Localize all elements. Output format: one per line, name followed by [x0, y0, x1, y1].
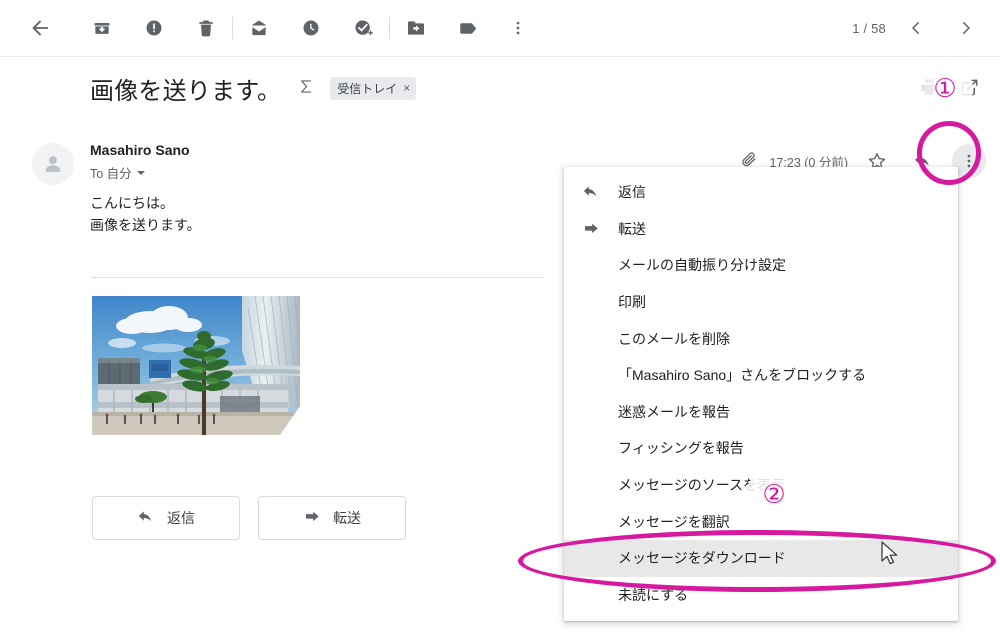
message-action-buttons: 返信 転送	[92, 496, 406, 540]
menu-item-label: 迷惑メールを報告	[618, 403, 730, 420]
forward-icon	[303, 508, 321, 529]
labels-tag-icon[interactable]	[448, 8, 488, 48]
message-pagination: 1 / 58	[852, 20, 886, 36]
page-title: 画像を送ります。	[90, 77, 282, 105]
menu-item-label: メールの自動振り分け設定	[618, 257, 786, 274]
menu-item-filter-messages[interactable]: メールの自動振り分け設定	[564, 247, 958, 284]
toolbar-divider-2	[389, 17, 390, 39]
menu-item-print[interactable]: 印刷	[564, 284, 958, 321]
next-message-icon[interactable]	[946, 8, 986, 48]
menu-item-block-sender[interactable]: 「Masahiro Sano」さんをブロックする	[564, 357, 958, 394]
sender-name: Masahiro Sano	[90, 142, 190, 158]
snooze-clock-icon[interactable]	[291, 8, 331, 48]
menu-item-label: 「Masahiro Sano」さんをブロックする	[618, 367, 867, 384]
menu-item-delete-this-message[interactable]: このメールを削除	[564, 320, 958, 357]
more-options-icon[interactable]	[498, 8, 538, 48]
label-chip-inbox[interactable]: 受信トレイ ×	[330, 76, 417, 100]
subject-actions	[912, 70, 986, 104]
forward-icon	[582, 220, 616, 238]
label-chip-remove-icon[interactable]: ×	[403, 81, 410, 95]
delete-icon[interactable]	[186, 8, 226, 48]
menu-item-translate-message[interactable]: メッセージを翻訳	[564, 503, 958, 540]
inline-attachment-image[interactable]	[92, 296, 300, 435]
reply-button[interactable]: 返信	[92, 496, 240, 540]
report-spam-icon[interactable]	[134, 8, 174, 48]
body-divider	[92, 277, 544, 278]
subject-row: 画像を送ります。 受信トレイ ×	[0, 62, 1000, 114]
menu-item-report-phishing[interactable]: フィッシングを報告	[564, 430, 958, 467]
menu-item-reply[interactable]: 返信	[564, 174, 958, 211]
menu-item-label: 転送	[618, 220, 646, 237]
menu-item-label: 印刷	[618, 294, 646, 311]
open-in-new-window-icon[interactable]	[952, 70, 986, 104]
move-to-folder-icon[interactable]	[396, 8, 436, 48]
menu-item-label: フィッシングを報告	[618, 440, 744, 457]
menu-item-download-message[interactable]: メッセージをダウンロード	[564, 539, 958, 577]
recipient-expander[interactable]: To 自分	[90, 163, 190, 182]
thread-sigma-icon	[297, 77, 316, 100]
label-chip-text: 受信トレイ	[337, 81, 398, 96]
avatar	[32, 143, 74, 185]
forward-button[interactable]: 転送	[258, 496, 406, 540]
menu-item-label: 返信	[618, 184, 646, 201]
message-more-menu: 返信 転送 メールの自動振り分け設定 印刷 このメールを削除 「Masahiro…	[564, 167, 958, 622]
reply-button-label: 返信	[167, 510, 195, 526]
archive-icon[interactable]	[82, 8, 122, 48]
message-body: こんにちは。 画像を送ります。	[90, 192, 201, 236]
gmail-message-view: 1 / 58 画像を送ります。 受信トレイ × Masahiro Sano To…	[0, 0, 1000, 642]
chevron-down-icon	[136, 170, 145, 175]
message-toolbar: 1 / 58	[0, 0, 1000, 57]
add-to-tasks-icon[interactable]	[343, 8, 383, 48]
previous-message-icon[interactable]	[896, 8, 936, 48]
menu-item-label: メッセージを翻訳	[618, 513, 730, 530]
mark-unread-icon[interactable]	[239, 8, 279, 48]
menu-item-label: このメールを削除	[618, 330, 730, 347]
toolbar-divider	[232, 17, 233, 39]
print-icon[interactable]	[912, 70, 946, 104]
menu-item-show-original[interactable]: メッセージのソースを表示	[564, 467, 958, 504]
back-arrow-icon[interactable]	[20, 8, 60, 48]
sender-block: Masahiro Sano To 自分	[90, 142, 190, 182]
reply-icon	[137, 508, 155, 529]
body-line-2: 画像を送ります。	[90, 217, 201, 233]
menu-item-report-spam[interactable]: 迷惑メールを報告	[564, 394, 958, 431]
menu-item-forward[interactable]: 転送	[564, 211, 958, 248]
menu-item-mark-unread[interactable]: 未読にする	[564, 577, 958, 614]
menu-item-label: メッセージのソースを表示	[618, 477, 786, 494]
reply-icon	[582, 183, 616, 201]
menu-item-label: 未読にする	[618, 586, 689, 603]
forward-button-label: 転送	[333, 510, 361, 526]
menu-item-label: メッセージをダウンロード	[618, 550, 786, 567]
recipient-label: To 自分	[90, 167, 132, 181]
body-line-1: こんにちは。	[90, 195, 174, 211]
